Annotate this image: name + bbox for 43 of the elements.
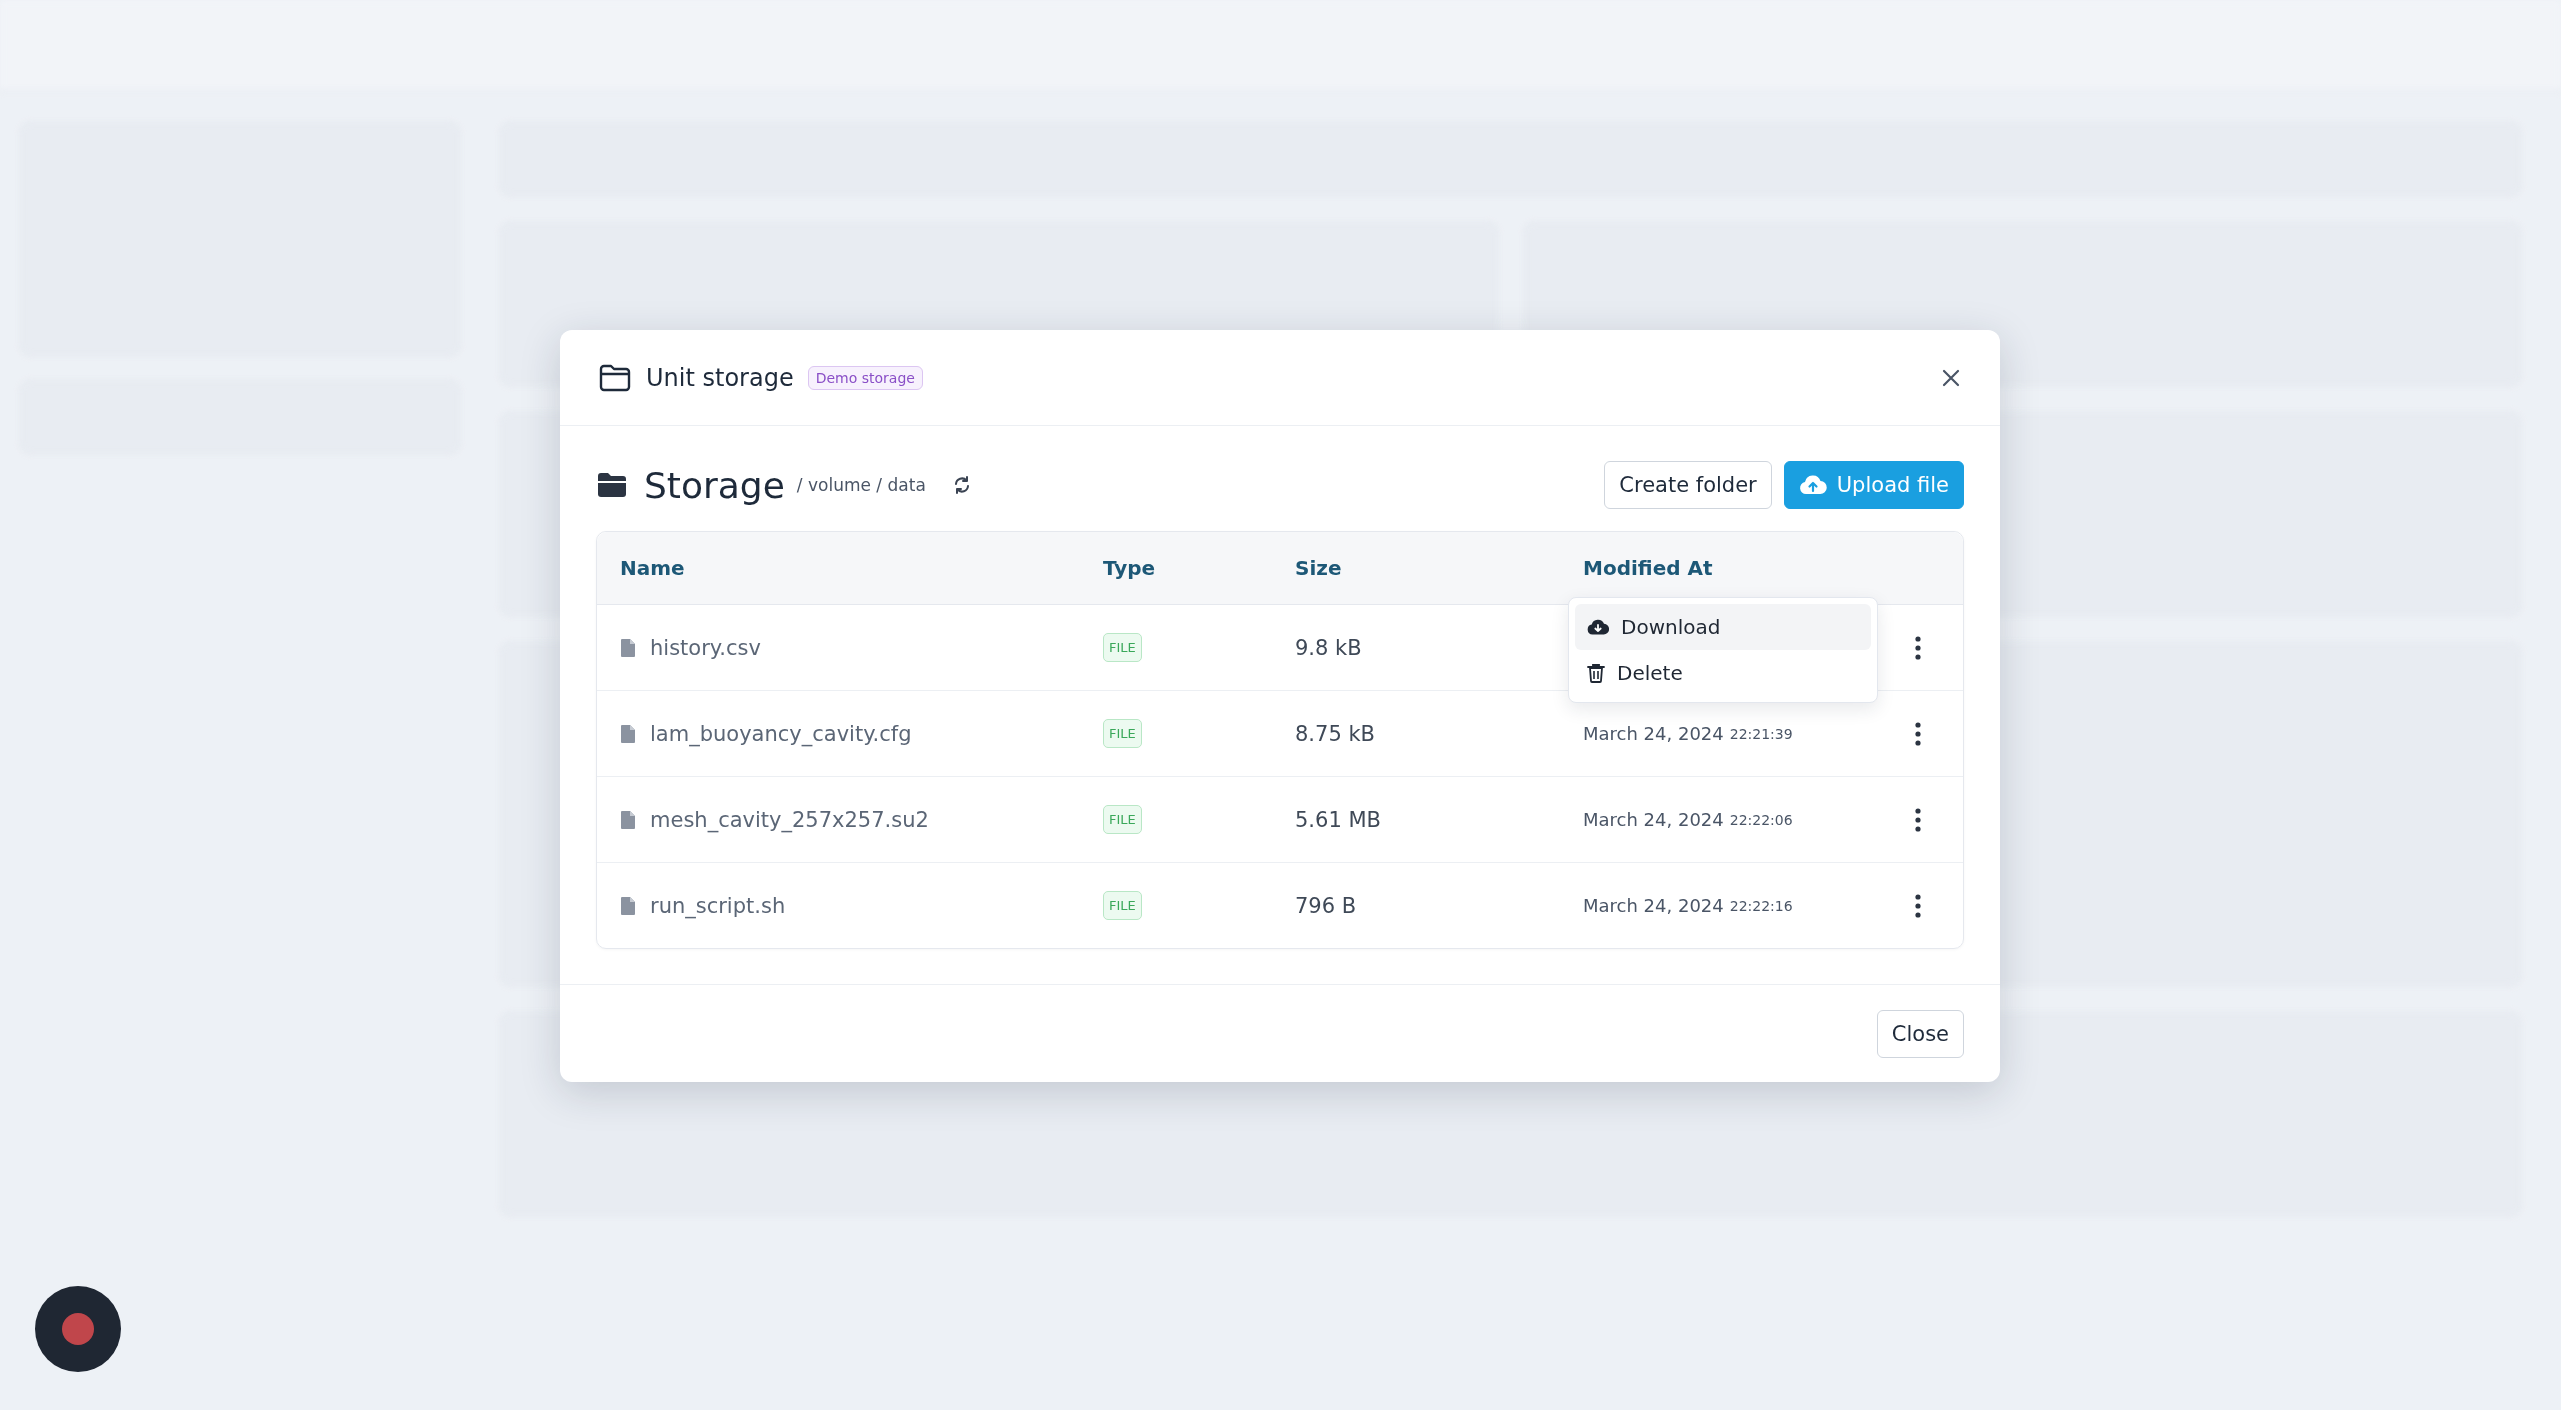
cloud-upload-icon xyxy=(1798,474,1827,496)
file-size: 8.75 kB xyxy=(1294,721,1376,746)
file-icon xyxy=(620,637,636,658)
file-icon xyxy=(620,895,636,916)
more-icon[interactable] xyxy=(1914,806,1922,833)
cloud-download-icon xyxy=(1587,617,1609,636)
create-folder-button[interactable]: Create folder xyxy=(1604,461,1772,509)
column-header: Size xyxy=(1294,556,1343,580)
dialog-title: Unit storage xyxy=(646,363,794,392)
file-name: lam_buoyancy_cavity.cfg xyxy=(650,721,912,746)
file-size: 5.61 MB xyxy=(1294,807,1382,832)
file-name: history.csv xyxy=(650,635,761,660)
file-name: run_script.sh xyxy=(650,893,786,918)
close-button[interactable]: Close xyxy=(1876,1009,1964,1058)
file-name: mesh_cavity_257x257.su2 xyxy=(650,807,929,832)
column-header: Type xyxy=(1102,556,1157,580)
modified-date: March 24, 2024 xyxy=(1583,723,1724,744)
type-badge: FILE xyxy=(1103,891,1142,920)
delete-menu-item[interactable]: Delete xyxy=(1575,649,1871,696)
file-icon xyxy=(620,809,636,830)
modified-time: 22:22:06 xyxy=(1729,811,1793,828)
modified-time: 22:22:16 xyxy=(1729,897,1793,914)
storage-path: / volume / data xyxy=(796,475,926,495)
type-badge: FILE xyxy=(1103,719,1142,748)
type-badge: FILE xyxy=(1103,805,1142,834)
folder-icon xyxy=(598,362,632,393)
file-size: 796 B xyxy=(1294,893,1358,918)
download-menu-item[interactable]: Download xyxy=(1575,603,1871,650)
more-icon[interactable] xyxy=(1914,634,1922,661)
modified-time: 22:21:39 xyxy=(1729,725,1793,742)
storage-title: Storage xyxy=(644,464,785,506)
type-badge: FILE xyxy=(1103,633,1142,662)
trash-icon xyxy=(1587,662,1605,683)
file-icon xyxy=(620,723,636,744)
more-icon[interactable] xyxy=(1914,720,1922,747)
folder-icon xyxy=(596,471,628,499)
file-size: 9.8 kB xyxy=(1294,635,1363,660)
modified-date: March 24, 2024 xyxy=(1583,895,1724,916)
modified-date: March 24, 2024 xyxy=(1583,809,1724,830)
column-header: Modified At xyxy=(1582,556,1714,580)
more-icon[interactable] xyxy=(1914,892,1922,919)
demo-badge: Demo storage xyxy=(807,365,923,390)
column-header: Name xyxy=(619,556,686,580)
